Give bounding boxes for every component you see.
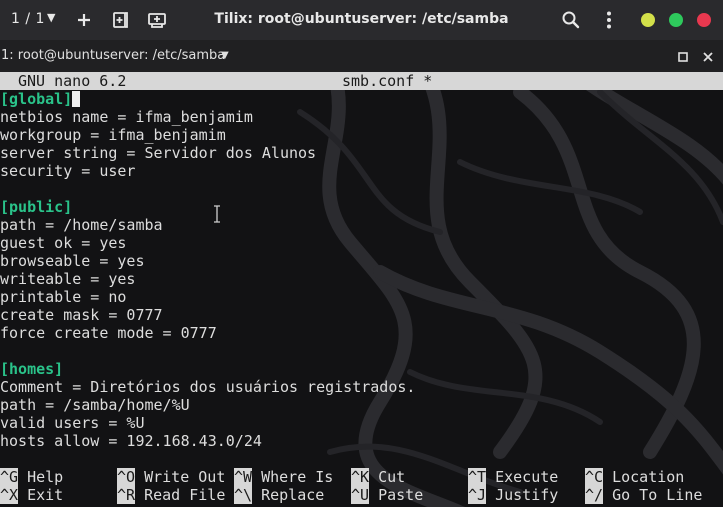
search-icon[interactable]	[560, 9, 582, 31]
terminal-area[interactable]: GNU nano 6.2 smb.conf * [global] netbios …	[0, 72, 723, 507]
chevron-down-icon[interactable]: ▼	[221, 50, 229, 61]
close-terminal-icon[interactable]	[701, 50, 715, 64]
shortcut-item: ^O Write Out	[117, 468, 225, 486]
config-line: workgroup = ifma_benjamim	[0, 126, 226, 144]
close-button[interactable]	[697, 13, 711, 27]
menu-kebab-icon[interactable]	[598, 9, 620, 31]
shortcut-item: ^U Paste	[351, 486, 423, 504]
shortcut-key: ^\	[234, 486, 253, 504]
shortcut-label: Execute	[495, 468, 559, 486]
config-line: netbios name = ifma_benjamim	[0, 108, 253, 126]
config-line: path = /home/samba	[0, 216, 163, 234]
shortcut-label: Location	[612, 468, 685, 486]
shortcut-key: ^X	[0, 486, 19, 504]
config-line: printable = no	[0, 288, 127, 306]
config-line: path = /samba/home/%U	[0, 396, 190, 414]
shortcut-key: ^/	[585, 486, 604, 504]
shortcut-key: ^C	[585, 468, 604, 486]
shortcut-key: ^T	[468, 468, 487, 486]
shortcut-key: ^J	[468, 486, 487, 504]
shortcut-label: Help	[27, 468, 64, 486]
shortcut-key: ^G	[0, 468, 19, 486]
shortcut-item: ^K Cut	[351, 468, 405, 486]
config-section-line: [global]	[0, 90, 73, 108]
shortcut-item: ^T Execute	[468, 468, 558, 486]
config-line: create mask = 0777	[0, 306, 163, 324]
shortcut-label: Justify	[495, 486, 559, 504]
shortcut-item: ^/ Go To Line	[585, 486, 702, 504]
shortcut-label: Exit	[27, 486, 64, 504]
config-line: guest ok = yes	[0, 234, 127, 252]
shortcut-label: Replace	[261, 486, 325, 504]
shortcut-label: Read File	[144, 486, 226, 504]
shortcut-key: ^K	[351, 468, 370, 486]
shortcut-item: ^C Location	[585, 468, 684, 486]
nano-header-bar: GNU nano 6.2 smb.conf *	[0, 72, 723, 90]
terminal-header: 1: root@ubuntuserver: /etc/samba ▼	[0, 40, 723, 72]
shortcut-key: ^W	[234, 468, 253, 486]
shortcut-key: ^U	[351, 486, 370, 504]
maximize-terminal-icon[interactable]	[676, 50, 690, 64]
shortcut-label: Cut	[378, 468, 406, 486]
shortcut-label: Go To Line	[612, 486, 703, 504]
config-line: security = user	[0, 162, 136, 180]
shortcut-key: ^R	[117, 486, 136, 504]
shortcut-label: Write Out	[144, 468, 226, 486]
nano-version: GNU nano 6.2	[18, 72, 127, 90]
shortcut-label: Paste	[378, 486, 424, 504]
shortcut-key: ^O	[117, 468, 136, 486]
nano-filename: smb.conf *	[342, 72, 433, 90]
config-line: valid users = %U	[0, 414, 145, 432]
maximize-button[interactable]	[669, 13, 683, 27]
config-section-line: [public]	[0, 198, 73, 216]
shortcut-item: ^W Where Is	[234, 468, 333, 486]
mouse-ibeam-cursor-icon	[214, 205, 220, 223]
config-line: hosts allow = 192.168.43.0/24	[0, 432, 262, 450]
shortcut-label: Where Is	[261, 468, 334, 486]
window-titlebar: 1 / 1 ▼ Tilix: root@ubuntuserver: /etc/s…	[0, 0, 723, 40]
config-line: server string = Servidor dos Alunos	[0, 144, 317, 162]
terminal-title[interactable]: 1: root@ubuntuserver: /etc/samba	[1, 48, 225, 63]
minimize-button[interactable]	[641, 13, 655, 27]
shortcut-item: ^\ Replace	[234, 486, 324, 504]
config-line: writeable = yes	[0, 270, 136, 288]
config-line: force create mode = 0777	[0, 324, 217, 342]
shortcut-item: ^G Help	[0, 468, 63, 486]
shortcut-item: ^X Exit	[0, 486, 63, 504]
config-section-line: [homes]	[0, 360, 64, 378]
shortcut-item: ^R Read File	[117, 486, 225, 504]
text-cursor	[72, 91, 80, 107]
config-line: Comment = Diretórios dos usuários regist…	[0, 378, 416, 396]
shortcut-item: ^J Justify	[468, 486, 558, 504]
config-line: browseable = yes	[0, 252, 145, 270]
